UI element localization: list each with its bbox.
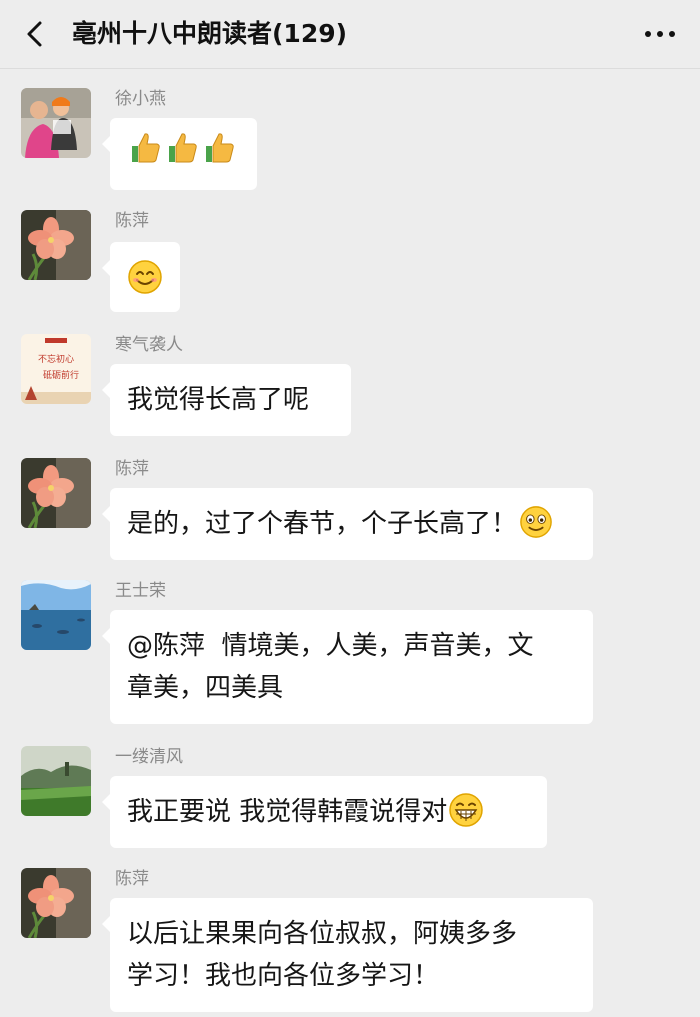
chevron-left-icon	[27, 21, 42, 47]
thumbs-up-emoji	[206, 133, 234, 163]
message-text: 我正要说 我觉得韩霞说得对	[127, 797, 448, 827]
message-text: 我觉得长高了呢	[127, 385, 310, 415]
message-bubble[interactable]: 我正要说 我觉得韩霞说得对	[102, 776, 547, 848]
thumbs-up-emoji	[132, 133, 160, 163]
message-text: 是的，过了个春节，个子长高了！	[127, 509, 518, 539]
message-bubble[interactable]: 是的，过了个春节，个子长高了！	[102, 488, 593, 560]
smile-emoji	[128, 260, 162, 294]
poster-text: 砥砺前行	[43, 369, 79, 381]
avatar-green-hills[interactable]	[21, 746, 91, 816]
sender-name: 王士荣	[115, 581, 166, 601]
chat-title: 亳州十八中朗读者(129)	[72, 19, 348, 48]
avatar-photo-mother-child[interactable]	[21, 88, 91, 158]
message-text: 章美，四美具	[127, 673, 284, 703]
message-text: 学习！我也向各位多学习！	[127, 961, 440, 991]
more-button[interactable]	[638, 14, 682, 54]
message-bubble[interactable]: 我觉得长高了呢	[102, 364, 351, 436]
poster-text: 不忘初心	[38, 353, 74, 365]
message-bubble[interactable]: @陈萍 情境美，人美，声音美，文 章美，四美具	[102, 610, 593, 724]
thumbs-up-emoji	[169, 133, 197, 163]
sender-name: 寒气袭人	[115, 335, 183, 355]
sender-name: 徐小燕	[115, 89, 166, 109]
message-text: 以后让果果向各位叔叔，阿姨多多	[127, 919, 518, 949]
avatar-pink-flower[interactable]	[21, 868, 91, 938]
avatar-pink-flower[interactable]	[21, 458, 91, 528]
message-bubble[interactable]	[102, 118, 257, 190]
back-button[interactable]	[16, 14, 56, 54]
chat-header: 亳州十八中朗读者(129)	[0, 0, 700, 69]
grin-emoji	[520, 505, 552, 538]
message-text: @陈萍 情境美，人美，声音美，文	[127, 631, 534, 661]
avatar-poster[interactable]: 不忘初心 砥砺前行	[21, 334, 91, 404]
avatar-pink-flower[interactable]	[21, 210, 91, 280]
sender-name: 陈萍	[115, 211, 149, 231]
big-grin-emoji	[449, 792, 484, 827]
sender-name: 一缕清风	[115, 747, 183, 767]
message-bubble[interactable]: 以后让果果向各位叔叔，阿姨多多 学习！我也向各位多学习！	[102, 898, 593, 1012]
message-bubble[interactable]	[102, 242, 180, 312]
sender-name: 陈萍	[115, 459, 149, 479]
more-dots-icon	[645, 31, 675, 37]
avatar-seascape[interactable]	[21, 580, 91, 650]
sender-name: 陈萍	[115, 869, 149, 889]
